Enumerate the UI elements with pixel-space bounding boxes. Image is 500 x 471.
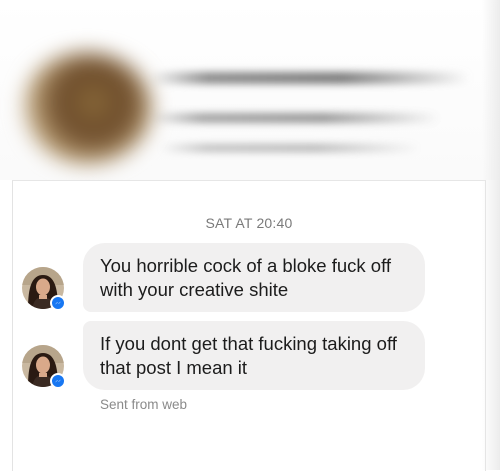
message-bubble[interactable]: If you dont get that fucking taking off … [83, 321, 425, 390]
messenger-icon [50, 295, 66, 311]
sender-avatar[interactable] [22, 345, 66, 389]
blurred-text-line [150, 113, 440, 123]
blurred-text-line [160, 144, 420, 152]
sent-from-label: Sent from web [100, 397, 188, 412]
page-edge-shadow [482, 0, 500, 470]
messenger-icon [50, 373, 66, 389]
blurred-profile-photo [22, 52, 152, 164]
blurred-header [0, 0, 500, 180]
sender-avatar[interactable] [22, 267, 66, 311]
message-bubble[interactable]: You horrible cock of a bloke fuck off wi… [83, 243, 425, 312]
blurred-name-line [150, 72, 470, 84]
message-timestamp: SAT AT 20:40 [205, 215, 293, 231]
message-thread: SAT AT 20:40 You horrible cock of a blok… [12, 180, 486, 471]
